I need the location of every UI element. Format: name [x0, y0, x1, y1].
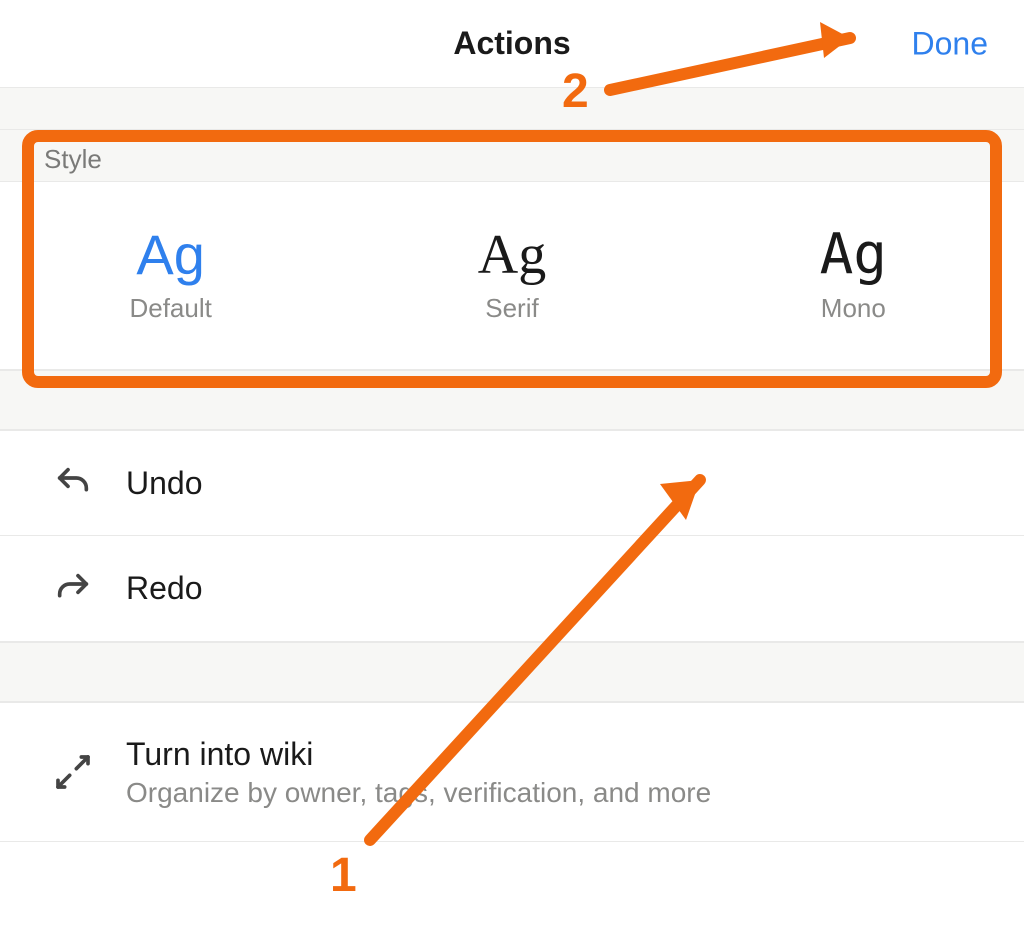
undo-icon [50, 460, 96, 506]
annotation-number-1: 1 [330, 848, 357, 903]
style-section-header: Style [0, 130, 1024, 182]
undo-row[interactable]: Undo [0, 430, 1024, 536]
action-list-history: Undo Redo [0, 430, 1024, 642]
style-label-mono: Mono [821, 293, 886, 324]
section-gap [0, 642, 1024, 702]
redo-row[interactable]: Redo [0, 536, 1024, 642]
action-list-wiki: Turn into wiki Organize by owner, tags, … [0, 702, 1024, 842]
style-options-row: Ag Default Ag Serif Ag Mono [0, 182, 1024, 370]
wiki-title: Turn into wiki [126, 736, 711, 773]
style-sample-default: Ag [136, 227, 205, 283]
style-section: Style Ag Default Ag Serif Ag Mono [0, 130, 1024, 370]
redo-icon [50, 566, 96, 612]
done-button[interactable]: Done [912, 25, 989, 62]
redo-label: Redo [126, 570, 203, 607]
style-option-mono[interactable]: Ag Mono [683, 182, 1024, 369]
turn-into-wiki-row[interactable]: Turn into wiki Organize by owner, tags, … [0, 702, 1024, 842]
section-gap [0, 370, 1024, 430]
style-option-default[interactable]: Ag Default [0, 182, 341, 369]
wiki-icon [50, 749, 96, 795]
style-label-default: Default [129, 293, 211, 324]
undo-label: Undo [126, 465, 203, 502]
header-bar: Actions Done [0, 0, 1024, 88]
style-sample-mono: Ag [820, 227, 887, 283]
style-option-serif[interactable]: Ag Serif [341, 182, 682, 369]
wiki-subtitle: Organize by owner, tags, verification, a… [126, 777, 711, 809]
page-title: Actions [453, 25, 570, 62]
style-label-serif: Serif [485, 293, 538, 324]
style-sample-serif: Ag [478, 227, 546, 283]
section-gap [0, 88, 1024, 130]
